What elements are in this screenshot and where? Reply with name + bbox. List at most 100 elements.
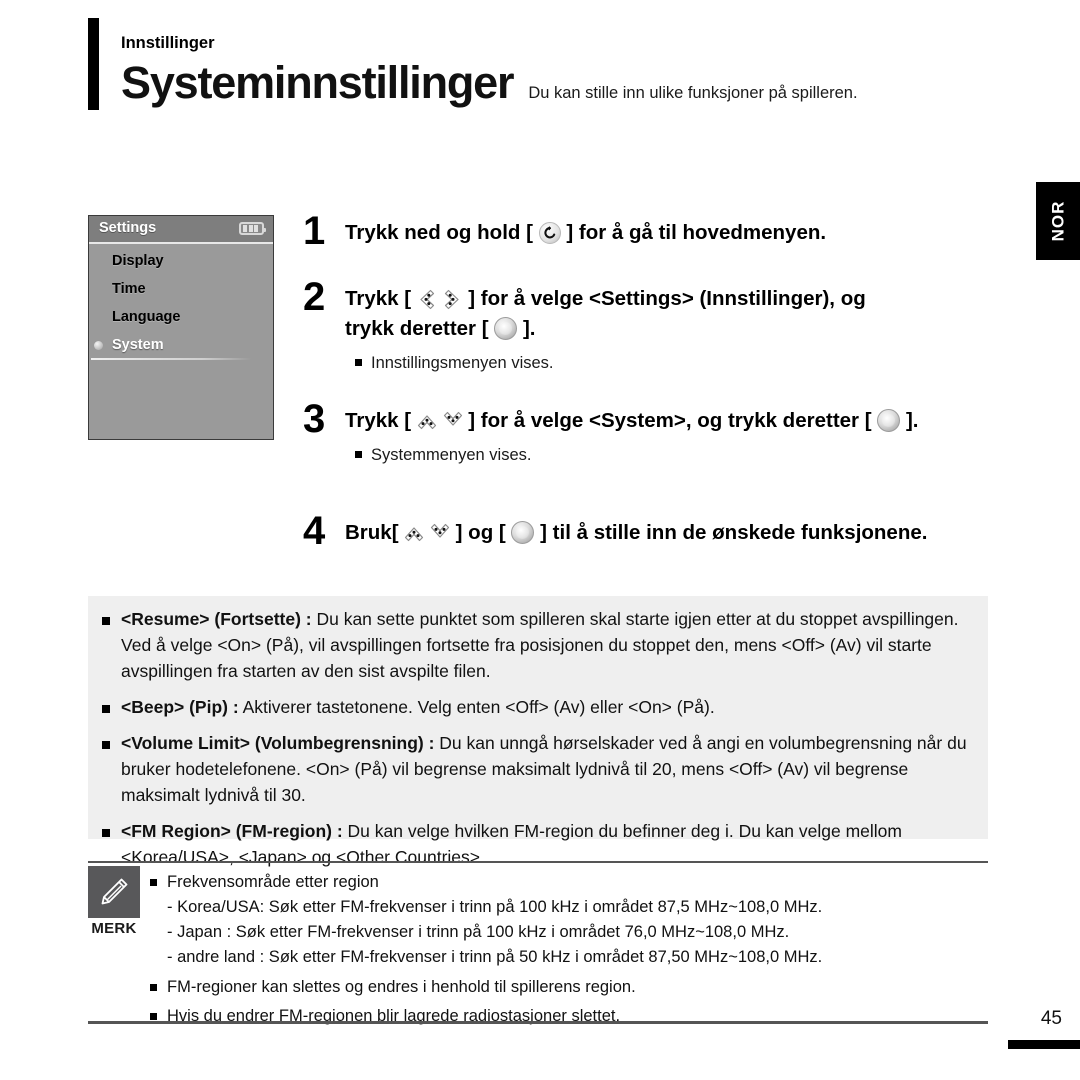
step-text: Trykk ned og hold [ ] for å gå til hoved… xyxy=(345,212,826,248)
pencil-icon xyxy=(88,866,140,918)
footer-divider xyxy=(88,1021,988,1024)
page-subtitle: Du kan stille inn ulike funksjoner på sp… xyxy=(528,84,858,102)
info-item-body: Aktiverer tastetonene. Velg enten <Off> … xyxy=(238,697,715,717)
step-text-before: Trykk ned og hold [ xyxy=(345,221,533,244)
bullet-square-icon xyxy=(102,617,110,625)
note-text: Innstillingsmenyen vises. xyxy=(371,354,554,372)
bullet-square-icon xyxy=(355,451,362,458)
note-subitem: - andre land : Søk etter FM-frekvenser i… xyxy=(167,947,823,966)
device-screen-title: Settings xyxy=(99,220,157,236)
battery-icon xyxy=(239,222,266,235)
note-list: Frekvensområde etter region - Korea/USA:… xyxy=(150,866,988,1029)
step-text: Trykk [ ] for å velge <Settings> (Innsti… xyxy=(345,278,866,344)
note-item-text: Hvis du endrer FM-regionen blir lagrede … xyxy=(167,1007,621,1025)
info-item-term: <Volume Limit> (Volumbegrensning) : xyxy=(121,733,435,753)
note-subitem: - Japan : Søk etter FM-frekvenser i trin… xyxy=(167,922,790,941)
device-menu-list: Display Time Language System xyxy=(89,244,273,360)
page-number: 45 xyxy=(1040,1008,1062,1029)
instruction-steps: 1 Trykk ned og hold [ ] for å gå til hov… xyxy=(303,209,1008,553)
device-menu-label: System xyxy=(112,337,164,353)
device-menu-label: Display xyxy=(112,253,164,269)
note-item-text: FM-regioner kan slettes og endres i henh… xyxy=(167,977,636,996)
step-1: 1 Trykk ned og hold [ ] for å gå til hov… xyxy=(303,209,1008,253)
step-number: 2 xyxy=(303,275,325,319)
selection-bullet-icon xyxy=(94,341,103,350)
language-tab-nor: NOR xyxy=(1036,182,1080,260)
info-item-text: <Resume> (Fortsette) : Du kan sette punk… xyxy=(121,606,968,684)
step-text-before: Trykk [ xyxy=(345,409,412,432)
note-text: Systemmenyen vises. xyxy=(371,446,532,464)
settings-description-box: <Resume> (Fortsette) : Du kan sette punk… xyxy=(88,596,988,867)
down-chevron-icon xyxy=(430,523,450,544)
note-subitem: - Korea/USA: Søk etter FM-frekvenser i t… xyxy=(167,897,823,916)
header-accent-bar xyxy=(88,18,99,110)
language-tab-label: NOR xyxy=(1048,200,1067,242)
return-icon xyxy=(538,222,561,244)
step-3-note: Systemmenyen vises. xyxy=(355,444,1008,466)
header-title-row: Systeminnstillinger Du kan stille inn ul… xyxy=(121,58,858,108)
note-badge: MERK xyxy=(88,866,140,937)
step-number: 3 xyxy=(303,397,325,441)
header-text-group: Innstillinger Systeminnstillinger Du kan… xyxy=(121,18,858,108)
bullet-square-icon xyxy=(150,1013,157,1020)
header-eyebrow: Innstillinger xyxy=(121,34,215,52)
step-text-before: Bruk[ xyxy=(345,521,399,544)
right-chevron-icon xyxy=(443,289,463,310)
device-menu-label: Language xyxy=(112,309,181,325)
info-item-term: <Resume> (Fortsette) : xyxy=(121,609,312,629)
step-text-after: ]. xyxy=(522,317,536,340)
info-item-term: <Beep> (Pip) : xyxy=(121,697,239,717)
note-item-text: Frekvensområde etter region xyxy=(167,873,379,891)
down-chevron-icon xyxy=(443,411,463,432)
left-chevron-icon xyxy=(417,289,437,310)
step-3: 3 Trykk [ ] for å velge <System>, og try… xyxy=(303,397,1008,441)
step-text-mid: ] for å velge <System>, og trykk derette… xyxy=(468,409,872,432)
select-icon xyxy=(511,521,535,544)
select-icon xyxy=(494,317,518,340)
page-title: Systeminnstillinger xyxy=(121,57,515,108)
up-chevron-icon xyxy=(404,523,424,544)
info-item-term: <FM Region> (FM-region) : xyxy=(121,821,343,841)
step-number: 1 xyxy=(303,209,325,253)
info-item-beep: <Beep> (Pip) : Aktiverer tastetonene. Ve… xyxy=(88,694,988,720)
info-item-volume-limit: <Volume Limit> (Volumbegrensning) : Du k… xyxy=(88,730,988,808)
step-2-note: Innstillingsmenyen vises. xyxy=(355,352,1008,374)
step-number: 4 xyxy=(303,509,325,553)
step-text: Bruk[ ] og [ ] til å stille inn de ønske… xyxy=(345,512,927,548)
step-2: 2 Trykk [ ] for å velge <Settings> (Inns… xyxy=(303,275,1008,344)
up-chevron-icon xyxy=(417,411,437,432)
info-item-resume: <Resume> (Fortsette) : Du kan sette punk… xyxy=(88,596,988,684)
device-menu-label: Time xyxy=(112,281,146,297)
device-menu-item-display: Display xyxy=(89,247,273,275)
device-menu-item-time: Time xyxy=(89,275,273,303)
device-menu-item-system: System xyxy=(89,331,273,360)
step-text-mid: ] og [ xyxy=(455,521,506,544)
step-text-after: ] til å stille inn de ønskede funksjonen… xyxy=(540,521,928,544)
bullet-square-icon xyxy=(102,741,110,749)
device-titlebar: Settings xyxy=(89,216,273,244)
step-text: Trykk [ ] for å velge <System>, og trykk… xyxy=(345,400,918,436)
select-icon xyxy=(877,409,901,432)
bullet-square-icon xyxy=(355,359,362,366)
footer-accent-bar xyxy=(1008,1040,1080,1049)
step-text-after: ]. xyxy=(905,409,919,432)
step-text-line2: trykk deretter [ xyxy=(345,317,489,340)
device-menu-item-language: Language xyxy=(89,303,273,331)
section-divider xyxy=(88,861,988,863)
note-item: Frekvensområde etter region xyxy=(150,870,988,895)
page-header: Innstillinger Systeminnstillinger Du kan… xyxy=(88,18,1008,118)
note-section: MERK Frekvensområde etter region - Korea… xyxy=(88,866,988,1029)
bullet-square-icon xyxy=(102,705,110,713)
note-item: FM-regioner kan slettes og endres i henh… xyxy=(150,975,988,1000)
step-text-after: ] for å gå til hovedmenyen. xyxy=(566,221,827,244)
note-badge-label: MERK xyxy=(91,920,137,937)
bullet-square-icon xyxy=(102,829,110,837)
device-screen-mock: Settings Display Time Language System xyxy=(88,215,274,440)
bullet-square-icon xyxy=(150,879,157,886)
bullet-square-icon xyxy=(150,983,157,991)
note-item: Hvis du endrer FM-regionen blir lagrede … xyxy=(150,1004,988,1029)
step-text-before: Trykk [ xyxy=(345,287,412,310)
step-text-mid: ] for å velge <Settings> (Innstillinger)… xyxy=(468,287,866,310)
step-4: 4 Bruk[ ] og [ ] til å stille inn de øns… xyxy=(303,509,1008,553)
info-item-text: <Volume Limit> (Volumbegrensning) : Du k… xyxy=(121,730,968,808)
